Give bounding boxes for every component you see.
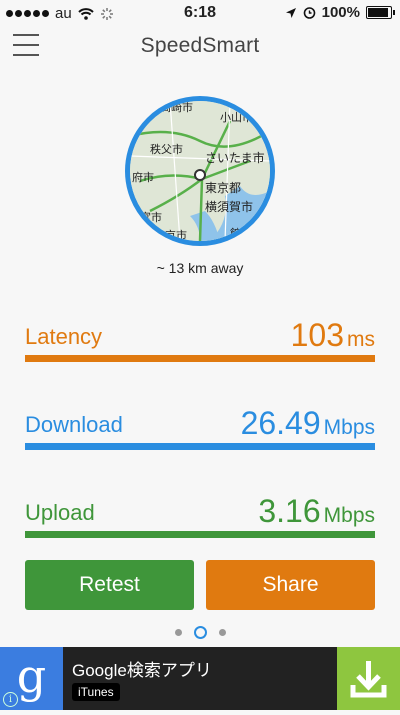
download-unit: Mbps: [323, 416, 375, 439]
status-bar: au 6:18 100%: [0, 0, 400, 26]
latency-row: Latency 103 ms: [25, 300, 375, 362]
upload-number: 3.16: [258, 493, 321, 529]
download-icon[interactable]: [337, 647, 400, 710]
page-dot[interactable]: [174, 629, 182, 636]
upload-value: 3.16 Mbps: [258, 493, 375, 530]
app-title: SpeedSmart: [140, 34, 260, 57]
map-label: 秩父市: [150, 143, 183, 156]
latency-number: 103: [290, 317, 344, 353]
battery-icon: [366, 6, 395, 19]
ad-banner[interactable]: g i Google検索アプリ iTunes: [0, 647, 400, 710]
latency-label: Latency: [25, 324, 103, 349]
google-app-icon[interactable]: g i: [0, 647, 63, 710]
page-dot[interactable]: [218, 629, 226, 636]
map-label: 京市: [165, 229, 187, 242]
share-button[interactable]: Share: [206, 560, 375, 610]
map-label: 府市: [132, 171, 154, 184]
latency-bar: [25, 355, 375, 362]
upload-unit: Mbps: [323, 504, 375, 527]
latency-value: 103 ms: [291, 317, 375, 354]
nav-bar: SpeedSmart: [0, 26, 400, 66]
map-label: 東京都: [205, 181, 242, 195]
upload-bar: [25, 531, 375, 538]
page-indicator[interactable]: [0, 626, 400, 639]
download-label: Download: [25, 412, 123, 437]
map-label: 高崎市: [160, 101, 193, 114]
download-row: Download 26.49 Mbps: [25, 388, 375, 450]
map-label: 小山市: [220, 111, 253, 124]
map-label: 宮市: [140, 211, 162, 224]
upload-label: Upload: [25, 500, 95, 525]
page-dot-active[interactable]: [193, 626, 207, 639]
map-label: 横須賀市: [205, 200, 254, 214]
map-label: 館: [230, 227, 241, 240]
retest-button[interactable]: Retest: [25, 560, 194, 610]
ad-info-icon[interactable]: i: [3, 692, 18, 707]
download-value: 26.49 Mbps: [241, 405, 375, 442]
google-logo-letter: g: [16, 649, 47, 703]
ad-title: Google検索アプリ: [72, 661, 212, 680]
server-distance: ~ 13 km away: [156, 260, 244, 276]
latency-unit: ms: [347, 328, 375, 351]
download-number: 26.49: [240, 405, 321, 441]
alarm-icon: [303, 7, 315, 19]
map-label: さいたま市: [205, 151, 265, 165]
download-bar: [25, 443, 375, 450]
location-arrow-icon: [285, 7, 296, 18]
server-location-map: 高崎市 小山市 秩父市 さいたま市 府市 東京都 宮市 横須賀市 京市 館: [125, 96, 275, 246]
battery-percent: 100%: [321, 4, 360, 21]
map-pin-icon: [194, 169, 206, 181]
upload-row: Upload 3.16 Mbps: [25, 476, 375, 538]
itunes-badge: iTunes: [72, 683, 120, 701]
